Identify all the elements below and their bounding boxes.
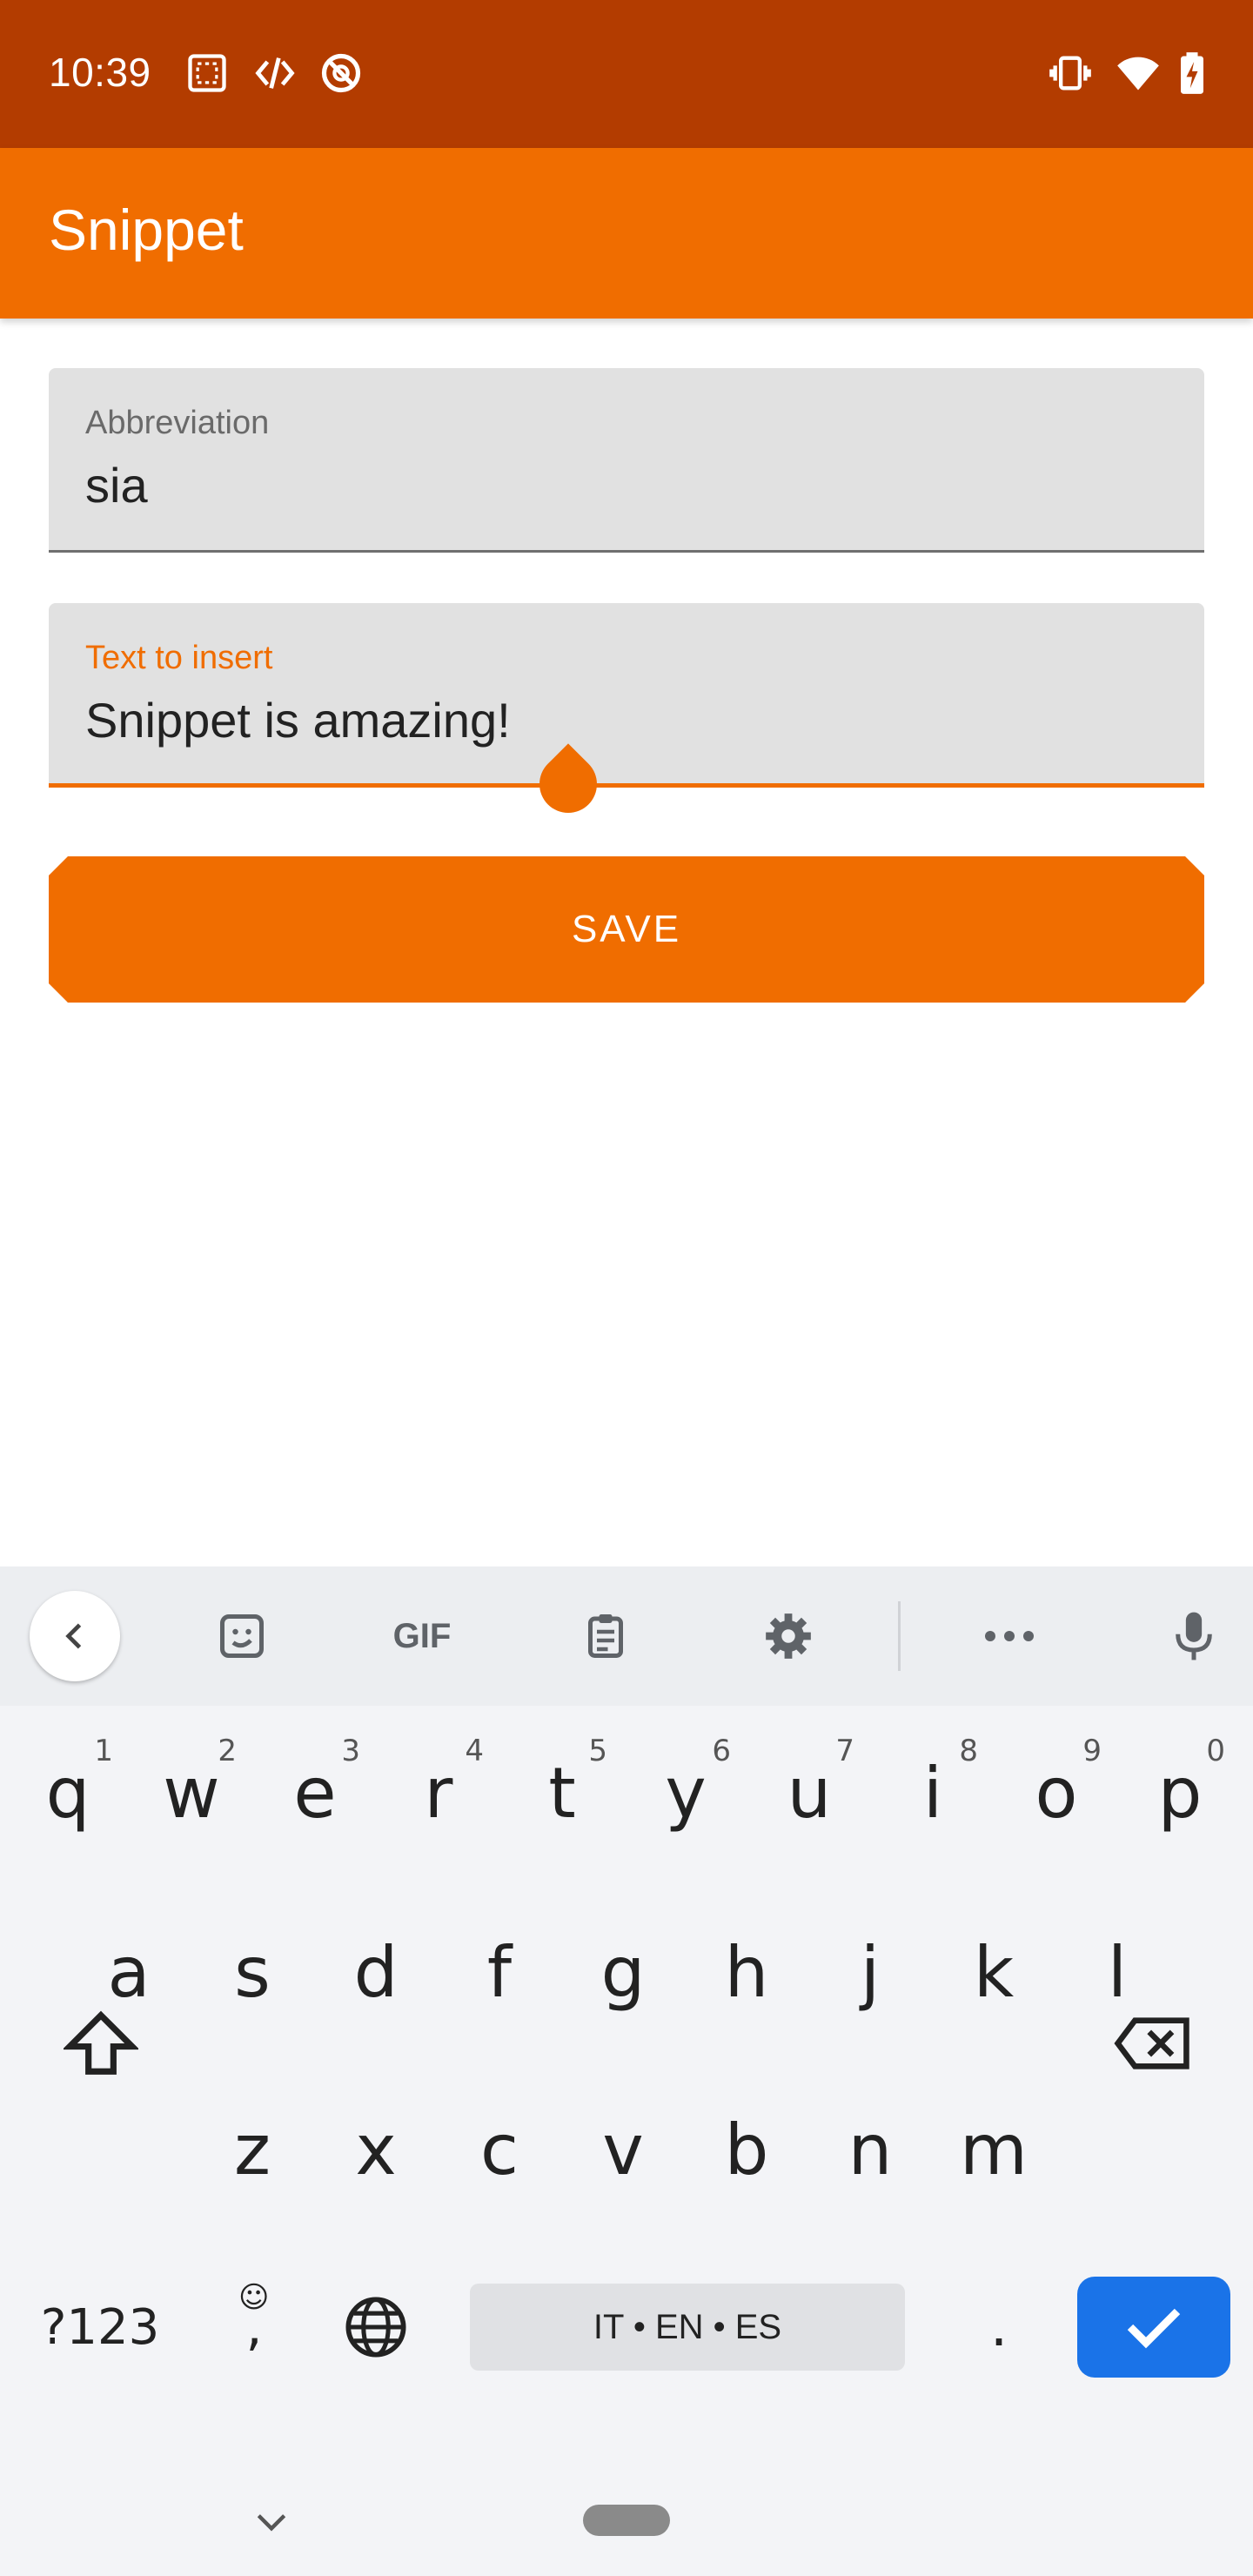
enter-key[interactable] <box>1077 2277 1230 2378</box>
key-a[interactable]: a <box>77 1902 181 2042</box>
sticker-icon[interactable] <box>214 1608 270 1664</box>
key-number-hint: 2 <box>218 1734 237 1768</box>
key-label: o <box>1035 1752 1078 1834</box>
toolbar-divider <box>898 1601 901 1671</box>
key-label: t <box>548 1752 576 1834</box>
key-h[interactable]: h <box>694 1902 799 2042</box>
key-label: i <box>922 1752 943 1834</box>
wifi-icon <box>1116 50 1161 96</box>
space-key[interactable]: IT • EN • ES <box>470 2284 905 2371</box>
key-number-hint: 8 <box>959 1734 978 1768</box>
key-n[interactable]: n <box>818 2080 922 2219</box>
key-q[interactable]: q1 <box>16 1723 120 1862</box>
text-to-insert-label: Text to insert <box>85 640 273 676</box>
key-y[interactable]: y6 <box>633 1723 738 1862</box>
screenshot-icon <box>184 50 230 96</box>
battery-charging-icon <box>1175 50 1220 96</box>
key-label: r <box>424 1752 453 1834</box>
key-label: u <box>787 1752 832 1834</box>
key-e[interactable]: e3 <box>263 1723 367 1862</box>
key-b[interactable]: b <box>694 2080 799 2219</box>
key-number-hint: 5 <box>588 1734 607 1768</box>
key-label: q <box>45 1752 90 1834</box>
abbreviation-label: Abbreviation <box>85 405 270 441</box>
key-number-hint: 6 <box>712 1734 731 1768</box>
key-number-hint: 7 <box>835 1734 854 1768</box>
key-i[interactable]: i8 <box>881 1723 985 1862</box>
key-w[interactable]: w2 <box>139 1723 244 1862</box>
key-o[interactable]: o9 <box>1004 1723 1109 1862</box>
key-x[interactable]: x <box>324 2080 428 2219</box>
key-l[interactable]: l <box>1065 1902 1169 2042</box>
key-k[interactable]: k <box>941 1902 1046 2042</box>
keyboard: GIF ?123 , ☺ IT • EN • ES . q 1 w 2 e 3 … <box>0 1566 1253 2576</box>
gif-icon[interactable]: GIF <box>383 1608 461 1664</box>
key-v[interactable]: v <box>571 2080 675 2219</box>
key-p[interactable]: p0 <box>1128 1723 1232 1862</box>
key-label: e <box>293 1752 337 1834</box>
key-label: w <box>163 1752 220 1834</box>
key-label: p <box>1157 1752 1203 1834</box>
app-title: Snippet <box>49 198 244 262</box>
period-key[interactable]: . <box>947 2257 1051 2397</box>
key-g[interactable]: g <box>571 1902 675 2042</box>
settings-icon[interactable] <box>761 1608 816 1664</box>
abbreviation-value[interactable]: sia <box>85 457 148 513</box>
symbols-key[interactable]: ?123 <box>35 2257 165 2397</box>
status-bar: 10:39 <box>0 0 1253 148</box>
comma-key[interactable]: , ☺ <box>202 2257 306 2397</box>
globe-icon[interactable] <box>324 2257 428 2397</box>
keyboard-toolbar: GIF <box>0 1566 1253 1706</box>
key-label: y <box>665 1752 707 1834</box>
clipboard-icon[interactable] <box>578 1608 633 1664</box>
key-j[interactable]: j <box>818 1902 922 2042</box>
key-f[interactable]: f <box>447 1902 552 2042</box>
key-s[interactable]: s <box>200 1902 305 2042</box>
text-to-insert-field[interactable]: Text to insert Snippet is amazing! <box>49 603 1204 788</box>
no-disturb-icon <box>318 50 364 96</box>
key-z[interactable]: z <box>200 2080 305 2219</box>
key-c[interactable]: c <box>447 2080 552 2219</box>
save-button[interactable]: SAVE <box>49 856 1204 1003</box>
key-number-hint: 0 <box>1206 1734 1225 1768</box>
gesture-nav-handle[interactable] <box>583 2505 670 2536</box>
app-bar: Snippet <box>0 148 1253 319</box>
mic-icon[interactable] <box>1166 1608 1222 1664</box>
key-r[interactable]: r4 <box>386 1723 491 1862</box>
back-icon[interactable] <box>30 1591 120 1681</box>
key-d[interactable]: d <box>324 1902 428 2042</box>
key-u[interactable]: u7 <box>757 1723 861 1862</box>
key-m[interactable]: m <box>941 2080 1046 2219</box>
key-number-hint: 4 <box>465 1734 484 1768</box>
more-icon[interactable] <box>982 1608 1037 1664</box>
abbreviation-field[interactable]: Abbreviation sia <box>49 368 1204 553</box>
key-t[interactable]: t5 <box>510 1723 614 1862</box>
hide-keyboard-icon[interactable] <box>247 2498 296 2546</box>
key-number-hint: 3 <box>341 1734 360 1768</box>
text-to-insert-value[interactable]: Snippet is amazing! <box>85 692 511 748</box>
key-number-hint: 1 <box>94 1734 113 1768</box>
emoji-icon: ☺ <box>238 2280 270 2315</box>
key-number-hint: 9 <box>1082 1734 1102 1768</box>
vibrate-icon <box>1048 50 1093 96</box>
code-icon <box>252 50 298 96</box>
check-icon <box>1127 2308 1181 2349</box>
status-time: 10:39 <box>49 50 151 95</box>
